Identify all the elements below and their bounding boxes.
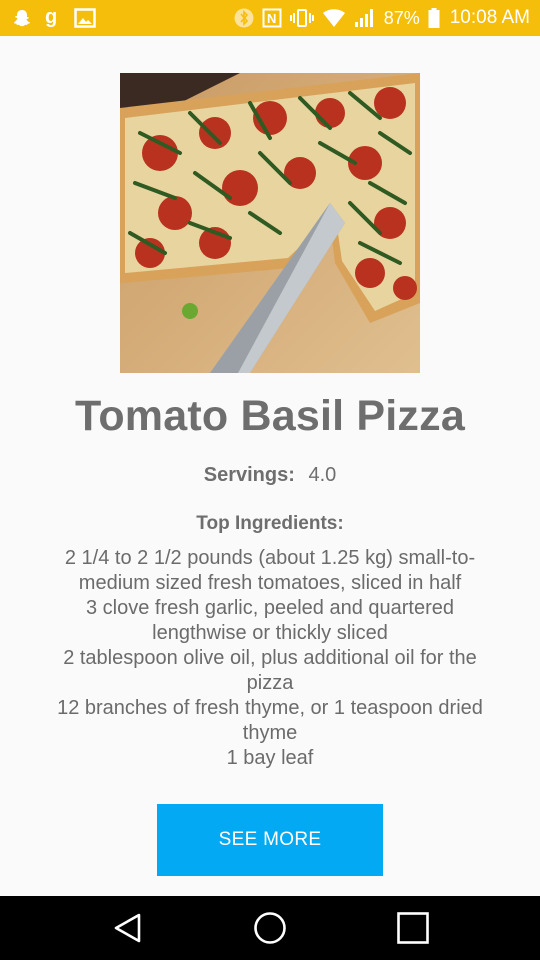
g-app-icon: g bbox=[44, 7, 62, 29]
status-bar: g N 87% 10:08 AM bbox=[0, 0, 540, 36]
snapchat-icon bbox=[12, 8, 32, 28]
navigation-bar bbox=[0, 896, 540, 960]
servings-row: Servings: 4.0 bbox=[0, 464, 540, 487]
status-bar-left: g bbox=[12, 7, 96, 29]
svg-text:N: N bbox=[267, 11, 276, 26]
battery-icon bbox=[428, 8, 440, 28]
recipe-title: Tomato Basil Pizza bbox=[75, 392, 465, 440]
servings-value: 4.0 bbox=[308, 464, 337, 486]
ingredient-item: 2 tablespoon olive oil, plus additional … bbox=[63, 647, 477, 694]
servings-label: Servings: bbox=[203, 464, 295, 486]
vibrate-icon bbox=[289, 8, 314, 28]
ingredient-item: 3 clove fresh garlic, peeled and quarter… bbox=[85, 597, 454, 644]
ingredient-item: 2 1/4 to 2 1/2 pounds (about 1.25 kg) sm… bbox=[64, 547, 476, 594]
svg-text:g: g bbox=[45, 7, 57, 28]
ingredient-item: 12 branches of fresh thyme, or 1 teaspoo… bbox=[57, 697, 483, 744]
see-more-button[interactable]: SEE MORE bbox=[157, 804, 383, 876]
ingredient-item: 1 bay leaf bbox=[226, 747, 314, 769]
recipe-image bbox=[120, 73, 420, 373]
battery-percent: 87% bbox=[383, 7, 420, 28]
ingredients-list: 2 1/4 to 2 1/2 pounds (about 1.25 kg) sm… bbox=[40, 546, 500, 771]
nfc-icon: N bbox=[262, 8, 282, 28]
pizza-photo-icon bbox=[120, 73, 420, 373]
bluetooth-icon bbox=[234, 8, 254, 28]
back-button[interactable] bbox=[88, 896, 168, 960]
home-button[interactable] bbox=[230, 896, 310, 960]
status-bar-right: N 87% 10:08 AM bbox=[234, 7, 530, 29]
recents-square-icon bbox=[397, 912, 429, 944]
home-circle-icon bbox=[254, 912, 286, 944]
back-triangle-icon bbox=[114, 913, 141, 943]
wifi-icon bbox=[322, 8, 346, 28]
recents-button[interactable] bbox=[373, 896, 453, 960]
clock: 10:08 AM bbox=[449, 7, 530, 28]
ingredients-heading: Top Ingredients: bbox=[196, 513, 344, 534]
gallery-icon bbox=[74, 8, 96, 28]
signal-icon bbox=[354, 8, 376, 28]
